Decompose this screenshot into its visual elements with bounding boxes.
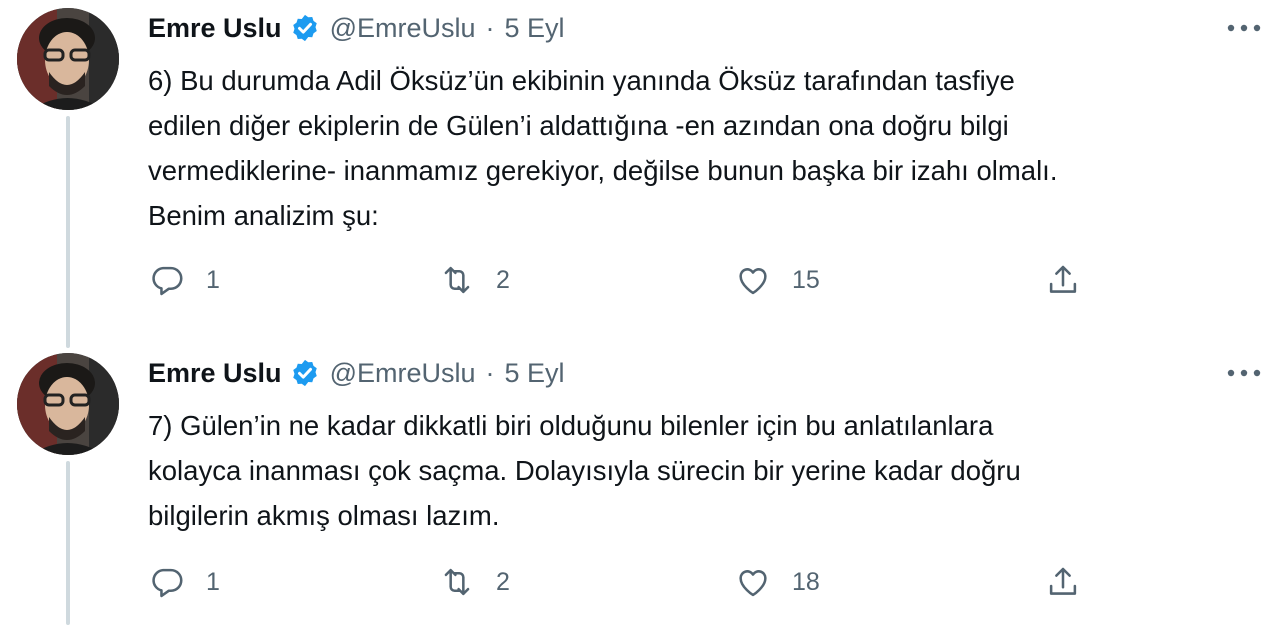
- share-button[interactable]: [1044, 258, 1082, 302]
- separator-dot: ·: [485, 12, 495, 43]
- thread-line: [66, 461, 70, 625]
- tweet-header: Emre Uslu @EmreUslu · 5 Eyl: [148, 10, 565, 46]
- tweet-timestamp[interactable]: 5 Eyl: [505, 358, 565, 389]
- author-name[interactable]: Emre Uslu: [148, 358, 282, 389]
- tweet[interactable]: Emre Uslu @EmreUslu · 5 Eyl 6) Bu durumd…: [0, 0, 1280, 348]
- verified-badge-icon: [290, 13, 320, 43]
- reply-icon: [152, 568, 183, 598]
- tweet-text: 6) Bu durumda Adil Öksüz’ün ekibinin yan…: [148, 65, 1058, 231]
- avatar[interactable]: [17, 353, 119, 455]
- avatar-image: [17, 353, 119, 455]
- reply-button[interactable]: 1: [148, 258, 220, 302]
- tweet-timestamp[interactable]: 5 Eyl: [505, 13, 565, 44]
- share-button[interactable]: [1044, 560, 1082, 604]
- author-name[interactable]: Emre Uslu: [148, 13, 282, 44]
- tweet-actions: 1 2 18: [148, 560, 1148, 604]
- like-icon: [739, 268, 767, 295]
- more-horizontal-icon[interactable]: [1222, 10, 1266, 46]
- like-icon: [739, 570, 767, 597]
- like-button[interactable]: 15: [734, 258, 820, 302]
- verified-badge-icon: [290, 358, 320, 388]
- like-button[interactable]: 18: [734, 560, 820, 604]
- tweet[interactable]: Emre Uslu @EmreUslu · 5 Eyl 7) Gülen’in …: [0, 345, 1280, 625]
- retweet-button[interactable]: 2: [438, 560, 510, 604]
- more-horizontal-icon[interactable]: [1222, 355, 1266, 391]
- thread-line: [66, 116, 70, 348]
- tweet-text: 7) Gülen’in ne kadar dikkatli biri olduğ…: [148, 410, 1021, 531]
- reply-count: 1: [206, 567, 220, 596]
- share-icon: [1049, 567, 1077, 595]
- like-count: 18: [792, 567, 820, 596]
- tweet-actions: 1 2 15: [148, 258, 1148, 302]
- separator-dot: ·: [485, 357, 495, 388]
- author-handle[interactable]: @EmreUslu: [330, 358, 476, 389]
- retweet-icon: [444, 568, 470, 596]
- retweet-count: 2: [496, 567, 510, 596]
- avatar-image: [17, 8, 119, 110]
- share-icon: [1049, 265, 1077, 293]
- tweet-header: Emre Uslu @EmreUslu · 5 Eyl: [148, 355, 565, 391]
- retweet-count: 2: [496, 265, 510, 294]
- like-count: 15: [792, 265, 820, 294]
- avatar[interactable]: [17, 8, 119, 110]
- reply-button[interactable]: 1: [148, 560, 220, 604]
- retweet-button[interactable]: 2: [438, 258, 510, 302]
- author-handle[interactable]: @EmreUslu: [330, 13, 476, 44]
- reply-count: 1: [206, 265, 220, 294]
- reply-icon: [152, 266, 183, 296]
- retweet-icon: [444, 266, 470, 294]
